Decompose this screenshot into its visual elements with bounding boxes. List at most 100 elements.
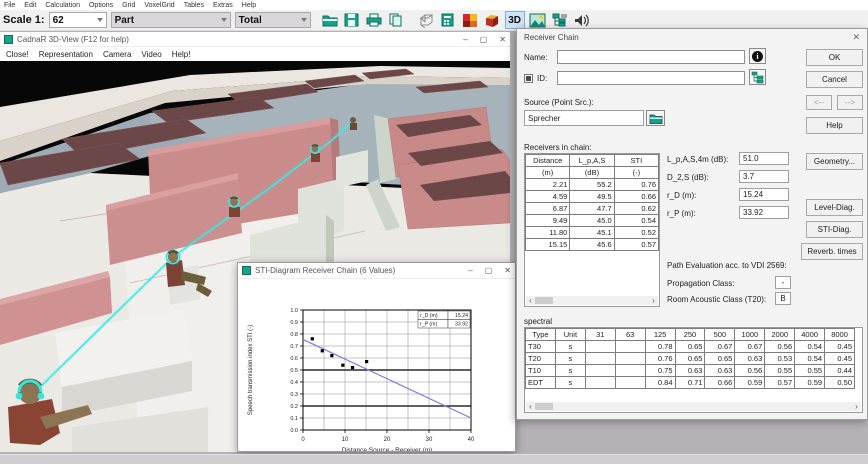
spectral-table-box: TypeUnit31631252505001000200040008000T30… bbox=[524, 327, 863, 413]
3d-menu-item[interactable]: Representation bbox=[39, 50, 93, 59]
cancel-button[interactable]: Cancel bbox=[806, 71, 863, 88]
menu-item[interactable]: Extras bbox=[213, 2, 233, 9]
menu-item[interactable]: File bbox=[4, 2, 15, 9]
sound-icon[interactable] bbox=[573, 11, 591, 29]
scroll-left-icon[interactable]: ‹ bbox=[526, 296, 535, 305]
scroll-thumb[interactable] bbox=[535, 297, 553, 304]
table-row[interactable]: 4.5949.50.66 bbox=[526, 191, 659, 203]
rd-label: r_D (m): bbox=[667, 191, 696, 200]
id-tree-button[interactable] bbox=[749, 69, 766, 85]
receivers-table: DistanceL_p,A,SSTI(m)(dB)(-)2.2155.20.76… bbox=[525, 154, 659, 251]
rp-label: r_P (m): bbox=[667, 209, 696, 218]
scroll-thumb[interactable] bbox=[535, 403, 553, 410]
print-icon[interactable] bbox=[365, 11, 383, 29]
maximize-button[interactable]: ▢ bbox=[485, 266, 493, 275]
table-row[interactable]: 11.8045.10.52 bbox=[526, 227, 659, 239]
receivers-hscrollbar[interactable]: ‹ › bbox=[526, 296, 658, 305]
table-cell: 0.67 bbox=[705, 341, 735, 353]
total-combobox[interactable]: Total bbox=[235, 12, 311, 28]
main-menubar: File Edit Calculation Options Grid VoxelGrid T… bbox=[0, 0, 868, 10]
maximize-button[interactable]: ▢ bbox=[480, 35, 488, 44]
table-row[interactable]: EDTs0.840.710.660.590.570.590.50 bbox=[526, 377, 855, 389]
calculator-icon[interactable] bbox=[439, 11, 457, 29]
3d-menu-item[interactable]: Help! bbox=[172, 50, 191, 59]
3d-view-button[interactable]: 3D bbox=[505, 11, 525, 29]
open-folder-icon[interactable] bbox=[321, 11, 339, 29]
3d-menu-item[interactable]: Camera bbox=[103, 50, 131, 59]
close-button[interactable]: ✕ bbox=[504, 266, 511, 275]
close-button[interactable]: ✕ bbox=[499, 35, 506, 44]
level-diag-button[interactable]: Level-Diag. bbox=[806, 199, 863, 216]
scroll-left-icon[interactable]: ‹ bbox=[526, 402, 535, 411]
prev-button[interactable]: <-- bbox=[806, 95, 832, 110]
scale-combobox[interactable]: 62 bbox=[49, 12, 107, 28]
table-row[interactable]: 9.4945.00.54 bbox=[526, 215, 659, 227]
part-combobox[interactable]: Part bbox=[111, 12, 231, 28]
3d-menu-item[interactable]: Close! bbox=[6, 50, 29, 59]
table-row[interactable]: T10s0.750.630.630.560.550.550.44 bbox=[526, 365, 855, 377]
menu-item[interactable]: Grid bbox=[122, 2, 135, 9]
table-row[interactable]: 2.2155.20.76 bbox=[526, 179, 659, 191]
minimize-button[interactable]: – bbox=[463, 35, 467, 44]
menu-item[interactable]: VoxelGrid bbox=[144, 2, 174, 9]
table-cell: 0.78 bbox=[645, 341, 675, 353]
3d-view-titlebar[interactable]: CadnaR 3D-View (F12 for help) – ▢ ✕ bbox=[0, 32, 510, 47]
name-input[interactable] bbox=[557, 50, 745, 64]
svg-text:0.8: 0.8 bbox=[290, 332, 298, 338]
next-button[interactable]: --> bbox=[837, 95, 863, 110]
column-header: (-) bbox=[614, 167, 658, 179]
lpas4m-value[interactable]: 51.0 bbox=[739, 152, 789, 165]
table-row[interactable]: T20s0.760.650.650.630.530.540.45 bbox=[526, 353, 855, 365]
column-header: 4000 bbox=[795, 329, 825, 341]
spectral-label: spectral bbox=[524, 317, 552, 326]
rd-value[interactable]: 15.24 bbox=[739, 188, 789, 201]
color-scale-icon[interactable] bbox=[461, 11, 479, 29]
table-row[interactable]: 6.8747.70.62 bbox=[526, 203, 659, 215]
svg-text:33.92: 33.92 bbox=[455, 322, 468, 328]
spectral-hscrollbar[interactable]: ‹ › bbox=[526, 402, 861, 411]
rp-value[interactable]: 33.92 bbox=[739, 206, 789, 219]
copy-icon[interactable] bbox=[387, 11, 405, 29]
table-row[interactable]: 15.1545.60.57 bbox=[526, 239, 659, 251]
menu-item[interactable]: Edit bbox=[24, 2, 36, 9]
source-folder-button[interactable] bbox=[646, 110, 665, 126]
object-tree-icon[interactable] bbox=[551, 11, 569, 29]
scene-icon[interactable] bbox=[529, 11, 547, 29]
room-class-value: B bbox=[775, 292, 791, 305]
d2s-label: D_2,S (dB): bbox=[667, 173, 709, 182]
save-icon[interactable] bbox=[343, 11, 361, 29]
table-cell: 0.52 bbox=[614, 227, 658, 239]
color-cube-icon[interactable] bbox=[483, 11, 501, 29]
minimize-button[interactable]: – bbox=[468, 266, 472, 275]
geometry-button[interactable]: Geometry... bbox=[806, 153, 863, 170]
table-cell: 0.56 bbox=[765, 341, 795, 353]
sti-titlebar[interactable]: STI-Diagram Receiver Chain (6 Values) – … bbox=[238, 263, 515, 279]
table-cell bbox=[585, 365, 615, 377]
svg-text:15.24: 15.24 bbox=[455, 313, 468, 319]
menu-item[interactable]: Calculation bbox=[45, 2, 80, 9]
d2s-value[interactable]: 3.7 bbox=[739, 170, 789, 183]
table-row[interactable]: T30s0.780.650.670.670.560.540.45 bbox=[526, 341, 855, 353]
id-checkbox[interactable] bbox=[524, 74, 533, 83]
scroll-right-icon[interactable]: › bbox=[852, 402, 861, 411]
menu-item[interactable]: Help bbox=[242, 2, 256, 9]
total-value: Total bbox=[239, 15, 262, 26]
name-label: Name: bbox=[524, 53, 548, 62]
3d-view-menu: Close! Representation Camera Video Help! bbox=[0, 47, 510, 61]
svg-text:40: 40 bbox=[468, 437, 475, 443]
table-cell: T20 bbox=[526, 353, 556, 365]
ok-button[interactable]: OK bbox=[806, 49, 863, 66]
wire-cube-icon[interactable] bbox=[417, 11, 435, 29]
sti-diag-button[interactable]: STI-Diag. bbox=[806, 221, 863, 238]
reverb-times-button[interactable]: Reverb. times bbox=[801, 243, 863, 260]
source-field[interactable]: Sprecher bbox=[524, 110, 644, 126]
menu-item[interactable]: Tables bbox=[184, 2, 204, 9]
menu-item[interactable]: Options bbox=[89, 2, 113, 9]
id-input[interactable] bbox=[557, 71, 745, 85]
help-button[interactable]: Help bbox=[806, 117, 863, 134]
info-button[interactable]: i bbox=[749, 48, 766, 64]
close-icon[interactable]: ✕ bbox=[852, 32, 860, 43]
svg-text:0: 0 bbox=[301, 437, 305, 443]
scroll-right-icon[interactable]: › bbox=[649, 296, 658, 305]
3d-menu-item[interactable]: Video bbox=[141, 50, 161, 59]
